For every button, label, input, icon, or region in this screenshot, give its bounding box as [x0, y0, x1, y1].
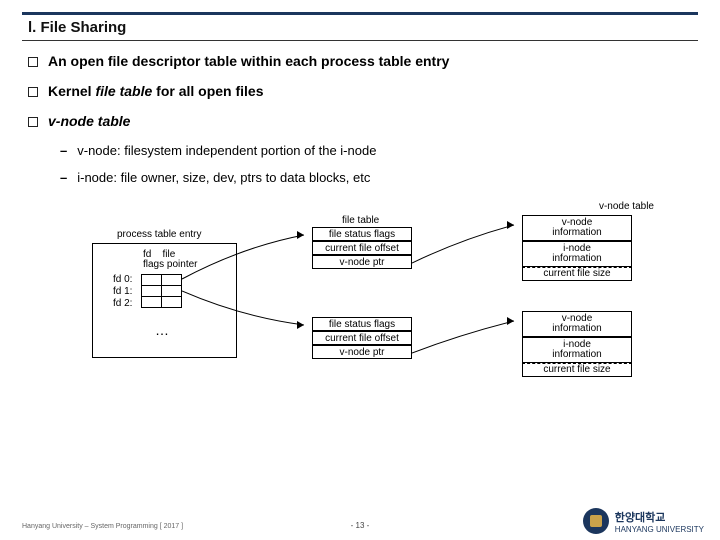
- university-logo: 한양대학교 HANYANG UNIVERSITY: [583, 508, 704, 534]
- ft2-vptr: v-node ptr: [312, 345, 412, 359]
- slide-title: l. File Sharing: [22, 12, 698, 41]
- square-bullet-icon: [28, 87, 38, 97]
- logo-icon: [583, 508, 609, 534]
- fd2-label: fd 2:: [113, 298, 132, 309]
- vn1-size: current file size: [522, 267, 632, 281]
- fd-table: [141, 274, 182, 308]
- file-table-label: file table: [342, 215, 379, 226]
- arrow-pt-ft: [182, 227, 312, 347]
- ft2-flags: file status flags: [312, 317, 412, 331]
- vn2-size: current file size: [522, 363, 632, 377]
- bullet-2-em: file table: [95, 83, 152, 99]
- vn2-inode: i-nodeinformation: [522, 337, 632, 363]
- ft1-flags: file status flags: [312, 227, 412, 241]
- bullet-2: Kernel file table for all open files: [28, 83, 698, 99]
- dash-icon: –: [60, 170, 67, 185]
- bullet-2-post: for all open files: [152, 83, 263, 99]
- page-number: - 13 -: [351, 521, 370, 530]
- vn2-vnode: v-nodeinformation: [522, 311, 632, 337]
- diagram: v-node table file table process table en…: [22, 197, 698, 407]
- ft1-vptr: v-node ptr: [312, 255, 412, 269]
- vnode-table-label: v-node table: [599, 201, 654, 212]
- vnode-box-2: v-nodeinformation i-nodeinformation curr…: [522, 311, 632, 377]
- bullet-3-text: v-node table: [48, 113, 130, 129]
- vn1-vnode: v-nodeinformation: [522, 215, 632, 241]
- bullet-1-text: An open file descriptor table within eac…: [48, 53, 449, 69]
- sub-1-text: v-node: filesystem independent portion o…: [77, 143, 376, 158]
- bullet-2-pre: Kernel: [48, 83, 95, 99]
- ellipsis: …: [155, 322, 169, 338]
- bullet-list: An open file descriptor table within eac…: [28, 53, 698, 185]
- sub-list: – v-node: filesystem independent portion…: [60, 143, 698, 185]
- bullet-3: v-node table: [28, 113, 698, 129]
- sub-1: – v-node: filesystem independent portion…: [60, 143, 698, 158]
- file-table-2: file status flags current file offset v-…: [312, 317, 412, 359]
- bullet-1: An open file descriptor table within eac…: [28, 53, 698, 69]
- square-bullet-icon: [28, 57, 38, 67]
- ft1-offset: current file offset: [312, 241, 412, 255]
- ft2-offset: current file offset: [312, 331, 412, 345]
- sub-2-text: i-node: file owner, size, dev, ptrs to d…: [77, 170, 370, 185]
- square-bullet-icon: [28, 117, 38, 127]
- footer-left: Hanyang University – System Programming …: [22, 523, 183, 530]
- arrow-ft-vn: [412, 219, 522, 369]
- vnode-box-1: v-nodeinformation i-nodeinformation curr…: [522, 215, 632, 281]
- logo-text: 한양대학교 HANYANG UNIVERSITY: [615, 509, 704, 534]
- file-table-1: file status flags current file offset v-…: [312, 227, 412, 269]
- dash-icon: –: [60, 143, 67, 158]
- fd1-label: fd 1:: [113, 286, 132, 297]
- sub-2: – i-node: file owner, size, dev, ptrs to…: [60, 170, 698, 185]
- bullet-2-text: Kernel file table for all open files: [48, 83, 264, 99]
- fd0-label: fd 0:: [113, 274, 132, 285]
- vn1-inode: i-nodeinformation: [522, 241, 632, 267]
